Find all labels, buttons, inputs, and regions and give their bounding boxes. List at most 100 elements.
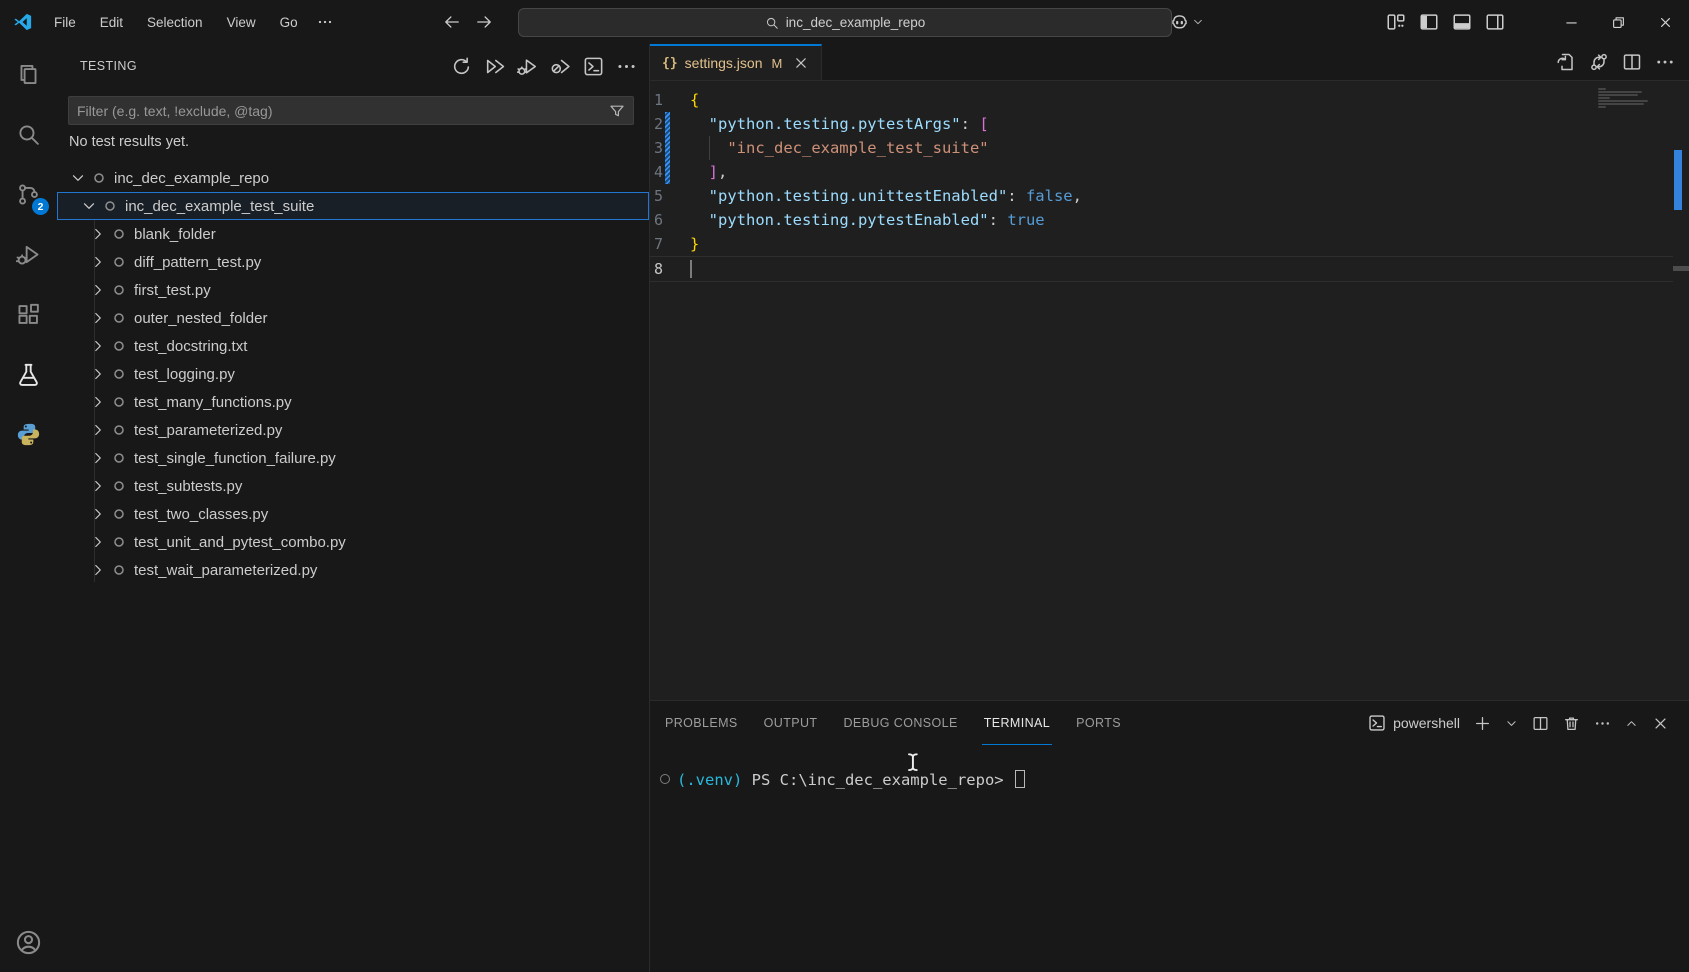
activity-item-explorer[interactable] [0, 44, 57, 104]
chevron-down-icon[interactable] [70, 170, 86, 186]
menu-file[interactable]: File [42, 15, 88, 30]
code-line-8[interactable]: 8 [650, 256, 1673, 282]
close-window-button[interactable] [1642, 0, 1689, 44]
activity-item-extensions[interactable] [0, 284, 57, 344]
code-line-2[interactable]: 2 "python.testing.pytestArgs": [ [650, 112, 1673, 136]
tree-item[interactable]: test_many_functions.py [57, 388, 649, 416]
more-icon[interactable] [616, 56, 637, 77]
tree-item[interactable]: inc_dec_example_test_suite [57, 192, 649, 220]
chevron-right-icon[interactable] [90, 338, 106, 354]
maximize-panel-icon[interactable] [1625, 717, 1638, 730]
activity-item-run-and-debug[interactable] [0, 224, 57, 284]
minimize-button[interactable] [1548, 0, 1595, 44]
tree-item[interactable]: test_parameterized.py [57, 416, 649, 444]
panel-tab-debug-console[interactable]: DEBUG CONSOLE [841, 701, 959, 745]
back-icon[interactable] [443, 13, 461, 31]
panel-tab-output[interactable]: OUTPUT [762, 701, 820, 745]
menu-view[interactable]: View [215, 15, 268, 30]
code-line-1[interactable]: 1{ [650, 88, 1673, 112]
tree-item[interactable]: diff_pattern_test.py [57, 248, 649, 276]
debug-all-icon[interactable] [517, 56, 538, 77]
terminal-dropdown-icon[interactable] [1505, 717, 1518, 730]
tree-item[interactable]: inc_dec_example_repo [57, 164, 649, 192]
code-line-7[interactable]: 7} [650, 232, 1673, 256]
tree-item[interactable]: outer_nested_folder [57, 304, 649, 332]
chevron-right-icon[interactable] [90, 450, 106, 466]
chevron-right-icon[interactable] [90, 254, 106, 270]
compare-changes-icon[interactable] [1589, 52, 1609, 72]
chevron-right-icon[interactable] [90, 394, 106, 410]
chevron-right-icon[interactable] [90, 506, 106, 522]
split-terminal-icon[interactable] [1532, 715, 1549, 732]
layout-customize-icon[interactable] [1386, 12, 1406, 32]
menu-more-button[interactable] [310, 9, 340, 35]
tree-item[interactable]: test_unit_and_pytest_combo.py [57, 528, 649, 556]
restore-icon [1611, 15, 1626, 30]
code-editor[interactable]: 1{2 "python.testing.pytestArgs": [3 "inc… [650, 80, 1689, 700]
refresh-icon[interactable] [451, 56, 472, 77]
chevron-right-icon[interactable] [90, 534, 106, 550]
close-tab-icon[interactable] [793, 55, 809, 71]
restore-button[interactable] [1595, 0, 1642, 44]
run-all-icon[interactable] [484, 56, 505, 77]
panel-tab-terminal[interactable]: TERMINAL [982, 701, 1052, 745]
panel-bottom-icon[interactable] [1452, 12, 1472, 32]
menu-edit[interactable]: Edit [88, 15, 135, 30]
panel-tab-ports[interactable]: PORTS [1074, 701, 1123, 745]
tree-item[interactable]: blank_folder [57, 220, 649, 248]
chevron-right-icon[interactable] [90, 478, 106, 494]
activity-item-account[interactable] [0, 916, 57, 968]
code-line-3[interactable]: 3 "inc_dec_example_test_suite" [650, 136, 1673, 160]
code-line-6[interactable]: 6 "python.testing.pytestEnabled": true [650, 208, 1673, 232]
forward-icon[interactable] [475, 13, 493, 31]
activity-item-python[interactable] [0, 404, 57, 464]
tree-item-label: test_wait_parameterized.py [134, 562, 317, 579]
tree-item[interactable]: test_two_classes.py [57, 500, 649, 528]
terminal-prompt-line[interactable]: (.venv) PS C:\inc_dec_example_repo> [650, 767, 1025, 791]
more-icon[interactable] [1655, 52, 1675, 72]
activity-item-source-control[interactable]: 2 [0, 164, 57, 224]
chevron-right-icon[interactable] [90, 310, 106, 326]
kill-terminal-icon[interactable] [1563, 715, 1580, 732]
menu-selection[interactable]: Selection [135, 15, 215, 30]
test-tree: inc_dec_example_repoinc_dec_example_test… [57, 164, 649, 584]
code-line-4[interactable]: 4 ], [650, 160, 1673, 184]
chevron-right-icon[interactable] [90, 562, 106, 578]
copilot-menu[interactable] [1170, 0, 1204, 44]
panel-tab-bar: PROBLEMS OUTPUT DEBUG CONSOLE TERMINAL PORTS [652, 701, 1134, 745]
testing-sidebar: TESTING No test results yet. inc_dec_exa… [57, 44, 650, 972]
terminal-icon[interactable] [583, 56, 604, 77]
panel-right-icon[interactable] [1485, 12, 1505, 32]
filter-icon[interactable] [609, 103, 625, 119]
tree-item[interactable]: test_logging.py [57, 360, 649, 388]
panel-tab-problems[interactable]: PROBLEMS [663, 701, 740, 745]
code-line-5[interactable]: 5 "python.testing.unittestEnabled": fals… [650, 184, 1673, 208]
chevron-right-icon[interactable] [90, 366, 106, 382]
chevron-down-icon[interactable] [81, 198, 97, 214]
split-editor-icon[interactable] [1622, 52, 1642, 72]
tree-item[interactable]: test_subtests.py [57, 472, 649, 500]
open-file-icon[interactable] [1556, 52, 1576, 72]
test-state-circle-icon [111, 450, 127, 466]
tab-settings-json[interactable]: {} settings.json M [650, 44, 822, 80]
activity-item-search[interactable] [0, 104, 57, 164]
active-terminal-entry[interactable]: powershell [1368, 714, 1460, 732]
tree-item[interactable]: test_wait_parameterized.py [57, 556, 649, 584]
coverage-icon[interactable] [550, 56, 571, 77]
tree-item[interactable]: test_single_function_failure.py [57, 444, 649, 472]
test-filter-input[interactable] [69, 103, 609, 119]
chevron-right-icon[interactable] [90, 226, 106, 242]
tree-item-label: test_parameterized.py [134, 422, 282, 439]
tree-item[interactable]: first_test.py [57, 276, 649, 304]
close-panel-icon[interactable] [1652, 715, 1669, 732]
new-terminal-icon[interactable] [1474, 715, 1491, 732]
chevron-right-icon[interactable] [90, 422, 106, 438]
overview-ruler[interactable] [1673, 80, 1689, 700]
panel-left-icon[interactable] [1419, 12, 1439, 32]
menu-go[interactable]: Go [268, 15, 310, 30]
chevron-right-icon[interactable] [90, 282, 106, 298]
command-center-search[interactable]: inc_dec_example_repo [518, 8, 1172, 37]
activity-item-testing[interactable] [0, 344, 57, 404]
tree-item[interactable]: test_docstring.txt [57, 332, 649, 360]
more-actions-icon[interactable] [1594, 715, 1611, 732]
